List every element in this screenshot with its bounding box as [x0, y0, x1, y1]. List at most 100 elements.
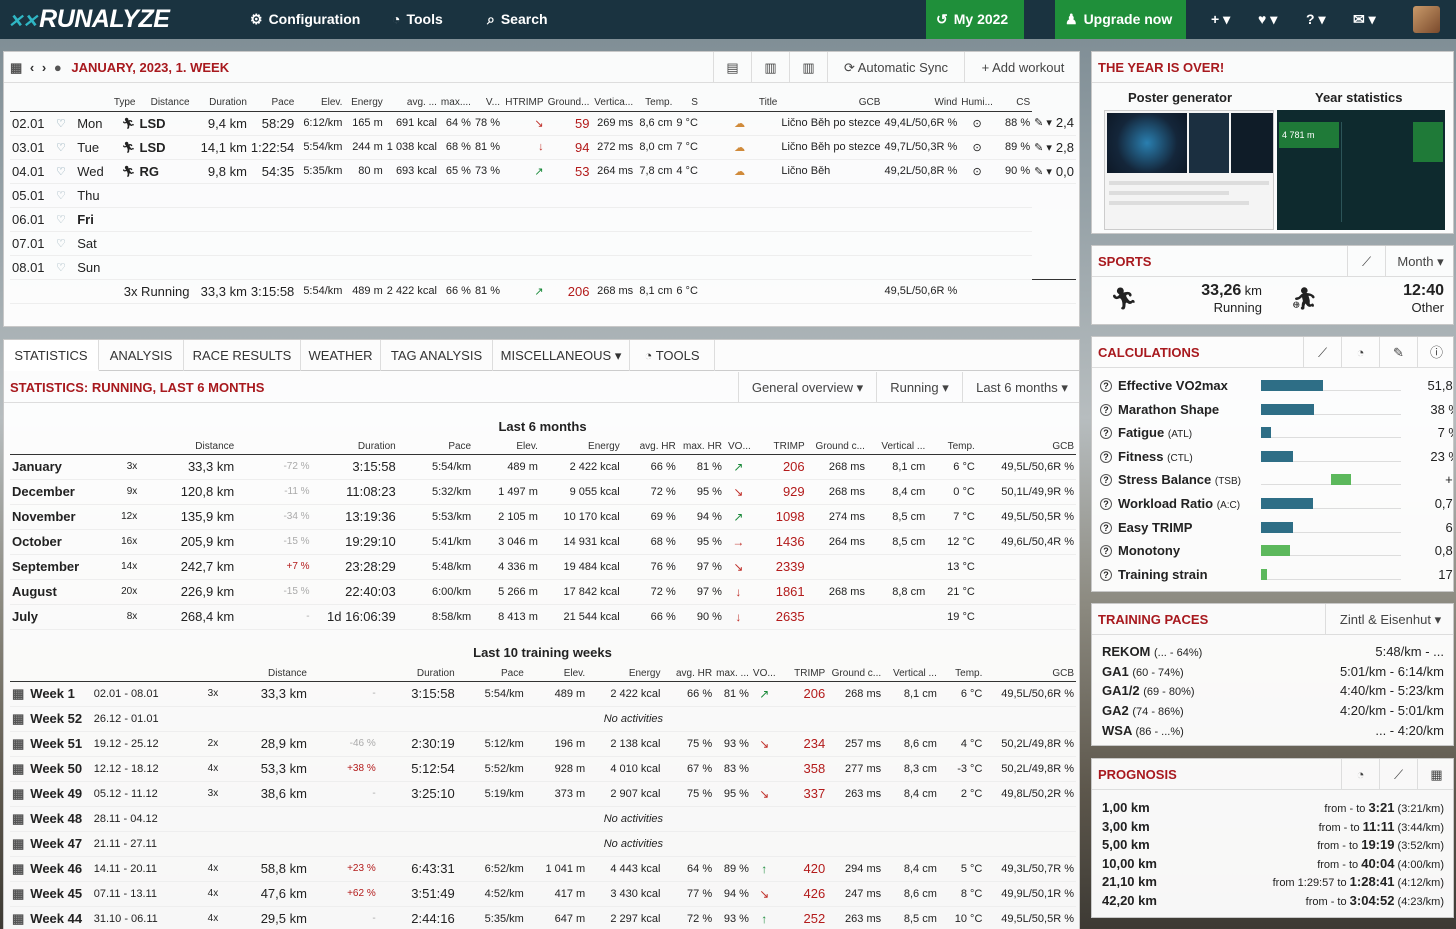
- month-row[interactable]: December 9x 120,8 km -11 % 11:08:23 5:32/km 1 …: [10, 479, 1076, 505]
- month-row[interactable]: January 3x 33,3 km -72 % 3:15:58 5:54/km 489 m…: [10, 454, 1076, 480]
- week-row[interactable]: ▦ Week 47 21.11 - 27.11 No activities: [10, 831, 1076, 857]
- question-icon[interactable]: ?: [1100, 427, 1112, 440]
- messages-menu[interactable]: ✉ ▾: [1353, 0, 1376, 39]
- month-row[interactable]: August 20x 226,9 km -15 % 22:40:03 6:00/km 5 2…: [10, 579, 1076, 605]
- automatic-sync-button[interactable]: ⟳ Automatic Sync: [827, 52, 964, 83]
- tab-tag-analysis[interactable]: TAG ANALYSIS: [381, 340, 493, 371]
- week-row[interactable]: ▦ Week 52 26.12 - 01.01 No activities: [10, 706, 1076, 732]
- calc-value: 171: [1438, 566, 1453, 582]
- prog-dashboard-button[interactable]: ◔: [1341, 759, 1379, 790]
- question-icon[interactable]: ?: [1100, 403, 1112, 416]
- edit-tools-icon[interactable]: ✎ ▾: [1032, 159, 1054, 184]
- tab-analysis[interactable]: ANALYSIS: [99, 340, 184, 371]
- calc-row[interactable]: ? Fitness (CTL) 23 %: [1100, 445, 1453, 468]
- calc-row[interactable]: ? Easy TRIMP 61: [1100, 516, 1453, 539]
- tab-statistics[interactable]: STATISTICS: [4, 340, 99, 371]
- week-row[interactable]: ▦ Week 45 07.11 - 13.11 4x 47,6 km +62 % 3:51:…: [10, 881, 1076, 907]
- prev-week-icon[interactable]: ‹: [30, 60, 34, 75]
- sports-period-select[interactable]: Month ▾: [1385, 246, 1453, 277]
- week-row[interactable]: ▦ Week 48 28.11 - 04.12 No activities: [10, 806, 1076, 832]
- calendar-view-button[interactable]: ▤: [713, 52, 751, 83]
- question-icon[interactable]: ?: [1100, 545, 1112, 558]
- month-row[interactable]: October 16x 205,9 km -15 % 19:29:10 5:41/km 3 …: [10, 529, 1076, 555]
- tab-weather[interactable]: WEATHER: [301, 340, 381, 371]
- add-menu[interactable]: + ▾: [1211, 0, 1230, 39]
- workout-row[interactable]: 04.01 ♡ Wed 🏃︎ RG 9,8 km 54:35 5:35/km 80 m 693 k…: [10, 159, 1076, 184]
- cell-dist: 14,1 km: [191, 135, 249, 160]
- year-statistics-label[interactable]: Year statistics: [1315, 90, 1402, 105]
- month-row[interactable]: November 12x 135,9 km -34 % 13:19:36 5:53/km 2…: [10, 504, 1076, 530]
- cell-max: 95 %: [677, 479, 724, 505]
- question-icon[interactable]: ?: [1100, 474, 1112, 487]
- tab-tools[interactable]: ◔ TOOLS: [630, 340, 715, 371]
- filler: [105, 207, 1033, 232]
- calc-row[interactable]: ? Training strain 171: [1100, 563, 1453, 586]
- workout-row[interactable]: 02.01 ♡ Mon 🏃︎ LSD 9,4 km 58:29 6:12/km 165 m 691…: [10, 111, 1076, 136]
- avatar[interactable]: [1413, 6, 1440, 33]
- calendar-icon[interactable]: ▦: [10, 60, 22, 75]
- next-week-icon[interactable]: ›: [42, 60, 46, 75]
- question-icon[interactable]: ?: [1100, 568, 1112, 581]
- week-row[interactable]: ▦ Week 46 14.11 - 20.11 4x 58,8 km +23 % 6:43:…: [10, 856, 1076, 882]
- overview-select[interactable]: General overview ▾: [738, 372, 876, 403]
- calc-info-button[interactable]: ⓘ: [1417, 337, 1453, 368]
- question-icon[interactable]: ?: [1100, 498, 1112, 510]
- calc-label: Easy TRIMP: [1118, 519, 1193, 535]
- prog-chart-button[interactable]: ⟋: [1379, 759, 1417, 790]
- my-2022-button[interactable]: ↺ My 2022: [926, 0, 1024, 39]
- prog-calculator-button[interactable]: ▦: [1417, 759, 1453, 790]
- total-energy: 2 422 kcal: [384, 278, 439, 304]
- period-select[interactable]: Last 6 months ▾: [962, 372, 1079, 403]
- sports-title: SPORTS: [1098, 254, 1152, 269]
- calc-magic-button[interactable]: ✎: [1379, 337, 1417, 368]
- question-icon[interactable]: ?: [1100, 380, 1112, 392]
- health-menu[interactable]: ♥ ▾: [1258, 0, 1277, 39]
- tab-race-results[interactable]: RACE RESULTS: [184, 340, 301, 371]
- pace-value: 5:48/km - ...: [1375, 644, 1444, 659]
- cell-arrow: ↑: [750, 856, 778, 882]
- upgrade-button[interactable]: ♟ Upgrade now: [1055, 0, 1186, 39]
- training-paces-header: TRAINING PACES Zintl & Eisenhut ▾: [1092, 604, 1453, 635]
- calc-row[interactable]: ? Monotony 0,82: [1100, 539, 1453, 562]
- month-row[interactable]: September 14x 242,7 km +7 % 23:28:29 5:48/km 4…: [10, 554, 1076, 580]
- chart-button[interactable]: ▥: [751, 52, 789, 83]
- week-row[interactable]: ▦ Week 1 02.01 - 08.01 3x 33,3 km -3:15:58 5:5…: [10, 681, 1076, 707]
- cell-temp: 7 °C: [674, 135, 700, 160]
- calc-row[interactable]: ? Marathon Shape 38 %: [1100, 398, 1453, 421]
- question-icon[interactable]: ?: [1100, 521, 1112, 534]
- poster-generator-label[interactable]: Poster generator: [1128, 90, 1232, 105]
- question-icon[interactable]: ?: [1100, 450, 1112, 463]
- week-row[interactable]: ▦ Week 49 05.12 - 11.12 3x 38,6 km -3:25:10 5:…: [10, 781, 1076, 807]
- poster-thumbnail[interactable]: [1104, 110, 1274, 230]
- calc-row[interactable]: ? Workload Ratio (A:C) 0,74: [1100, 492, 1453, 515]
- cell-vert: 8,6 cm: [883, 881, 939, 907]
- calc-chart-button[interactable]: ⟋: [1303, 337, 1341, 368]
- week-row[interactable]: ▦ Week 51 19.12 - 25.12 2x 28,9 km -46 % 2:30:…: [10, 731, 1076, 757]
- edit-tools-icon[interactable]: ✎ ▾: [1032, 135, 1054, 160]
- year-stats-thumbnail[interactable]: 4 781 m: [1277, 110, 1445, 230]
- calc-row[interactable]: ? Fatigue (ATL) 7 %: [1100, 421, 1453, 444]
- sports-chart-button[interactable]: ⟋: [1347, 246, 1385, 277]
- tools-menu[interactable]: ◔ Tools: [392, 0, 443, 39]
- add-workout-button[interactable]: + Add workout: [964, 52, 1079, 83]
- calc-row[interactable]: ? Stress Balance (TSB) +8: [1100, 468, 1453, 491]
- calc-row[interactable]: ? Effective VO2max 51,86: [1100, 374, 1453, 397]
- cell-ground: 294 ms: [827, 856, 884, 882]
- month-row[interactable]: July 8x 268,4 km -1d 16:06:39 8:58/km 8 413 m…: [10, 604, 1076, 630]
- pace-model-select[interactable]: Zintl & Eisenhut ▾: [1325, 604, 1453, 635]
- search-button[interactable]: ⌕ Search: [487, 0, 548, 39]
- today-dot-icon[interactable]: ●: [54, 60, 62, 75]
- tab-miscellaneous[interactable]: MISCELLANEOUS ▾: [493, 340, 630, 371]
- help-menu[interactable]: ? ▾: [1306, 0, 1325, 39]
- edit-tools-icon[interactable]: ✎ ▾: [1032, 111, 1054, 136]
- chart2-button[interactable]: ▥: [789, 52, 827, 83]
- workout-row[interactable]: 03.01 ♡ Tue 🏃︎ LSD 14,1 km 1:22:54 5:54/km 244 m…: [10, 135, 1076, 160]
- sport-select[interactable]: Running ▾: [876, 372, 962, 403]
- configuration-menu[interactable]: ⚙ Configuration: [250, 0, 360, 39]
- cell-arrow: ↗: [723, 454, 753, 480]
- week-row[interactable]: ▦ Week 44 31.10 - 06.11 4x 29,5 km -2:44:16 5:…: [10, 906, 1076, 929]
- week-row[interactable]: ▦ Week 50 12.12 - 18.12 4x 53,3 km +38 % 5:12:…: [10, 756, 1076, 782]
- calc-dashboard-button[interactable]: ◔: [1341, 337, 1379, 368]
- runalyze-logo[interactable]: ✕✕RUNALYZE: [8, 5, 170, 34]
- calc-label: Fatigue: [1118, 425, 1165, 441]
